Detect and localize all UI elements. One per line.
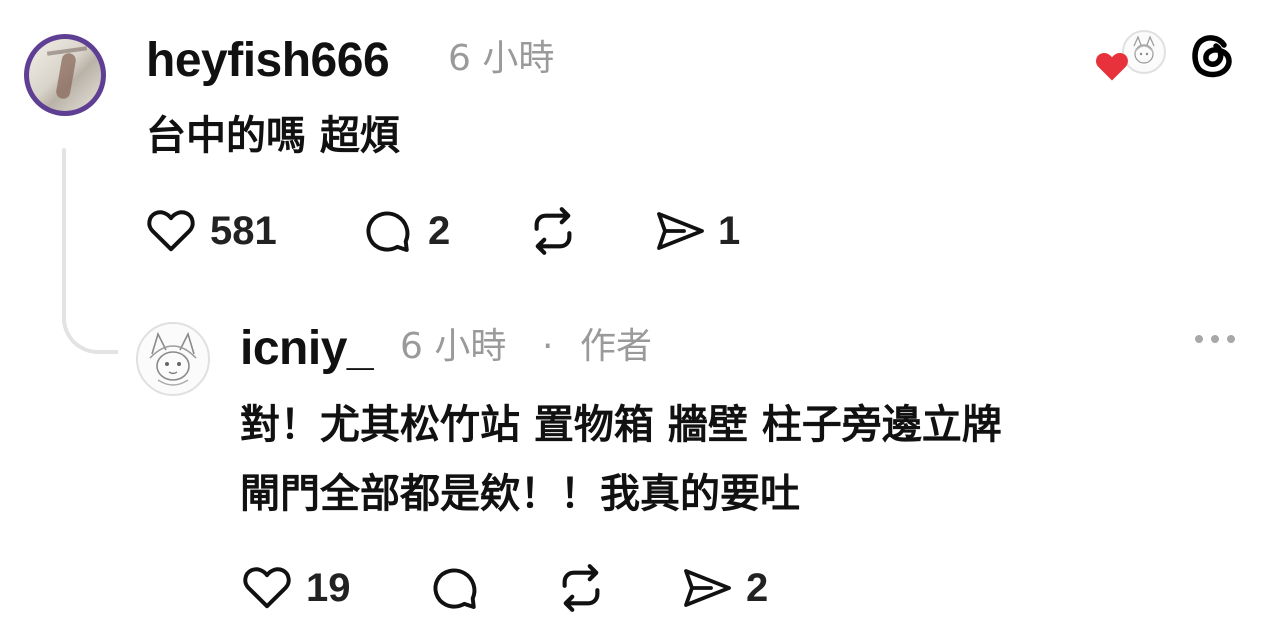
heart-outline-icon[interactable] — [146, 207, 196, 253]
post-time: 6 小時 — [448, 38, 555, 79]
heart-outline-icon[interactable] — [242, 564, 292, 610]
post-like-count: 581 — [210, 209, 277, 253]
avatar-icniy[interactable] — [136, 322, 210, 396]
thread-connector-curve — [62, 290, 118, 354]
repost-icon[interactable] — [554, 564, 608, 612]
reply-text-line-2: 閘門全部都是欸！！我真的要吐 — [240, 471, 800, 517]
more-options-icon[interactable] — [1192, 332, 1238, 346]
send-icon[interactable] — [680, 566, 734, 610]
avatar-heyfish666[interactable] — [24, 34, 106, 116]
reply-username[interactable]: icniy_ — [240, 325, 374, 373]
reply-time: 6 小時 — [400, 326, 507, 367]
comment-bubble-icon[interactable] — [430, 564, 480, 612]
send-icon[interactable] — [653, 209, 707, 253]
threads-logo-icon[interactable] — [1188, 30, 1238, 82]
red-heart-icon — [1096, 52, 1128, 81]
post-username[interactable]: heyfish666 — [146, 37, 390, 85]
meta-separator: · — [542, 326, 554, 367]
repost-icon[interactable] — [526, 207, 580, 255]
comment-bubble-icon[interactable] — [363, 207, 413, 255]
post-text: 台中的嗎 超煩 — [146, 113, 400, 159]
post-comment-count: 2 — [428, 209, 451, 253]
author-badge: 作者 — [580, 326, 653, 367]
avatar-image — [29, 39, 101, 111]
reply-share-count: 2 — [746, 566, 769, 610]
reply-text-line-1: 對！尤其松竹站 置物箱 牆壁 柱子旁邊立牌 — [240, 402, 1002, 448]
reply-like-count: 19 — [306, 566, 351, 610]
post-share-count: 1 — [718, 209, 741, 253]
avatar-illustration — [149, 331, 197, 386]
